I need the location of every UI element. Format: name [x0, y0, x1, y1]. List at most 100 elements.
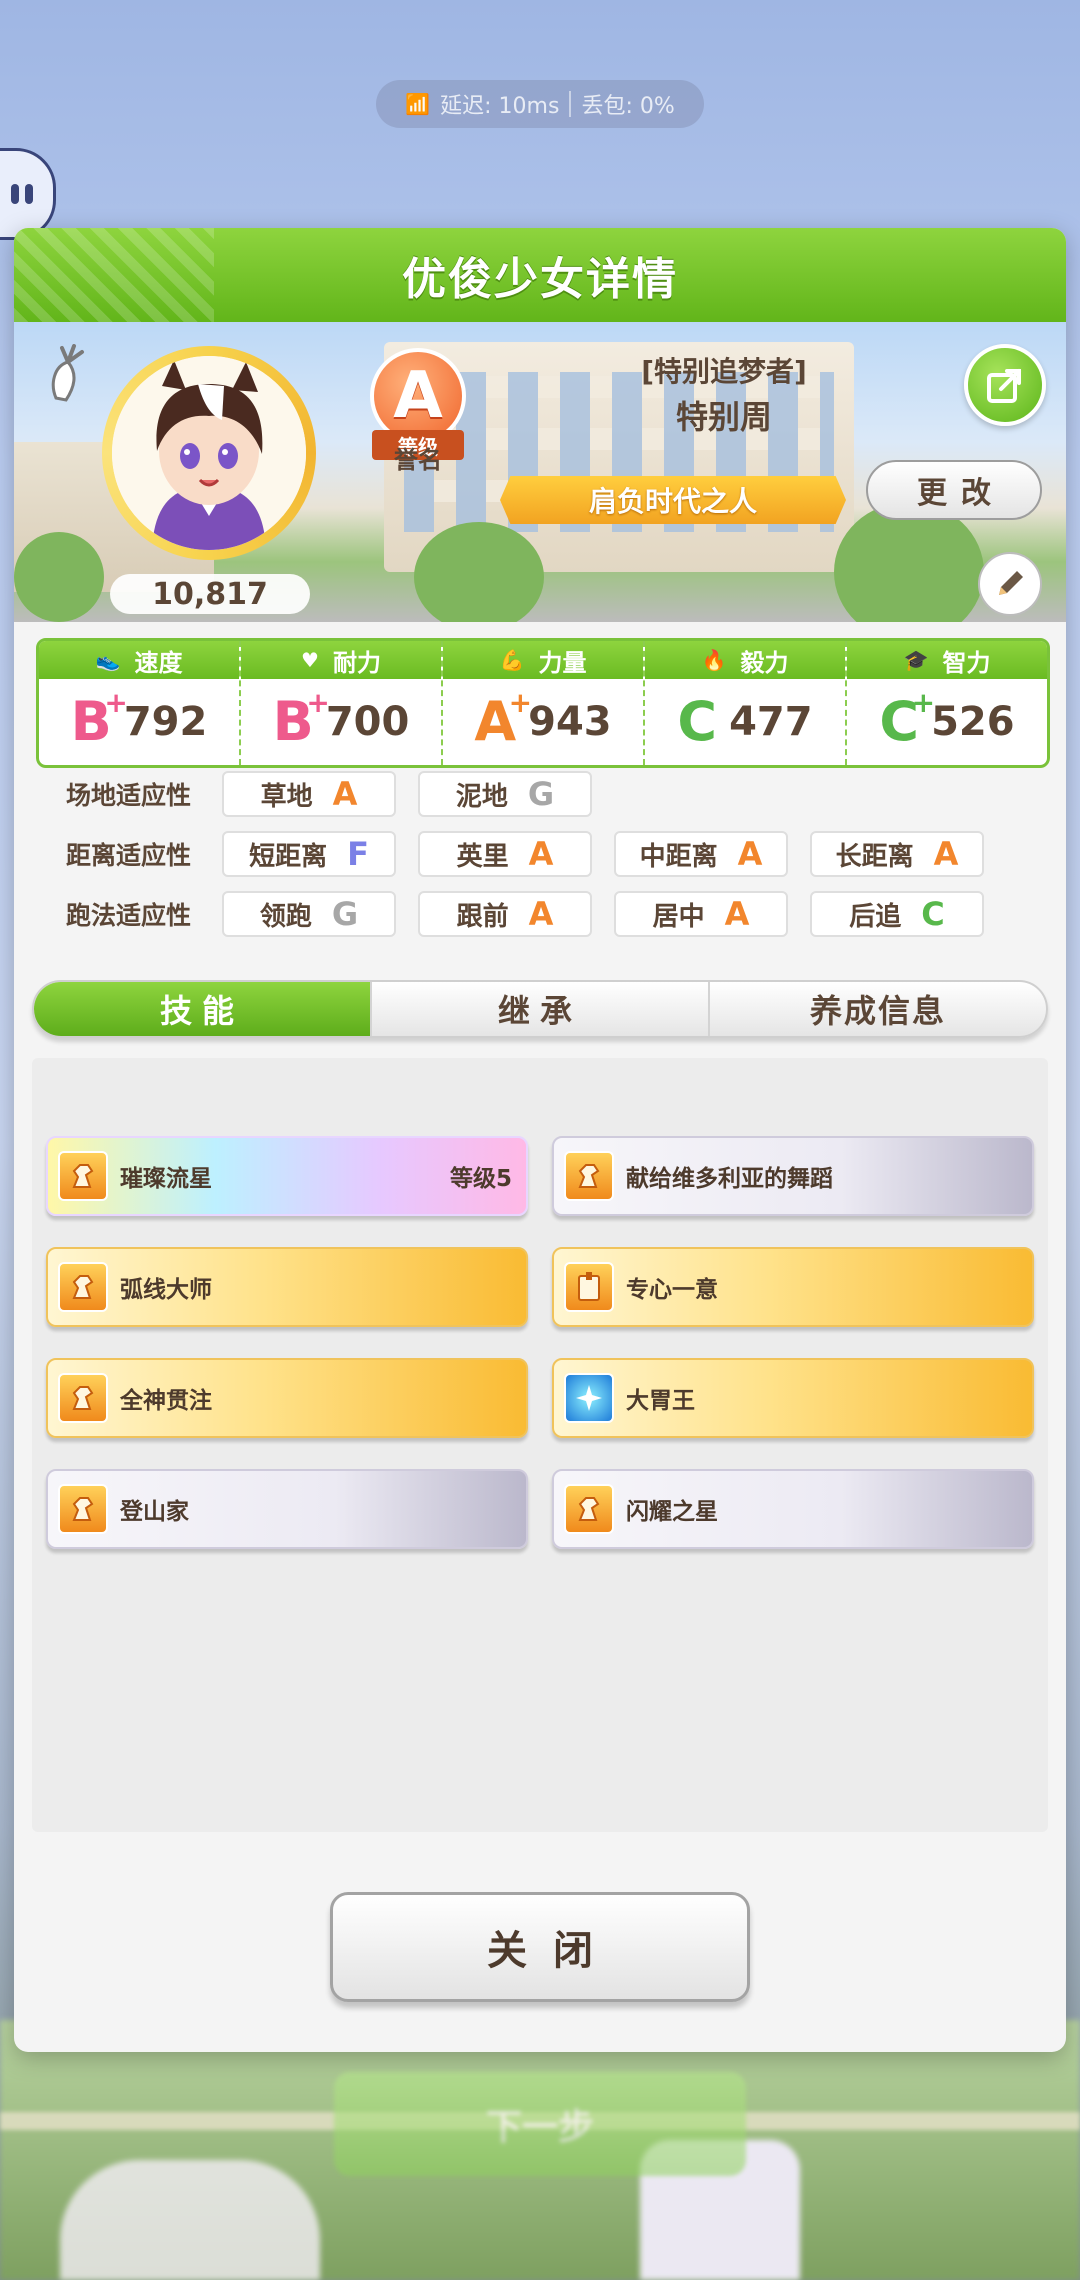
stat-value: 526 — [931, 699, 1015, 745]
tab-inheritance[interactable]: 继承 — [372, 982, 710, 1036]
running-horse-icon — [564, 1151, 614, 1201]
skill-name: 登山家 — [120, 1499, 189, 1525]
aptitude-cells: 草地 A 泥地 G — [222, 771, 592, 817]
aptitude-cell: 英里 A — [418, 831, 592, 877]
aptitude-row-style: 跑法适应性 领跑 G 跟前 A 居中 A 后追 C — [36, 890, 1044, 938]
network-status-pill: 📶 延迟: 10ms 丢包: 0% — [376, 80, 704, 128]
stat-header: ♥ 耐力 — [241, 641, 441, 679]
heart-icon: ♥ — [301, 648, 319, 672]
stat-label: 速度 — [134, 648, 183, 677]
aptitude-grade: A — [724, 895, 750, 933]
aptitude-grade: G — [331, 895, 359, 933]
aptitude-name: 泥地 — [455, 781, 508, 812]
stat-header: 🎓 智力 — [847, 641, 1047, 679]
character-epithet: [特别追梦者] — [641, 355, 807, 388]
skill-name: 专心一意 — [626, 1277, 718, 1303]
stat-column: 🎓 智力 C +526 — [847, 641, 1047, 765]
pencil-icon — [999, 571, 1023, 595]
edit-button[interactable] — [978, 552, 1042, 616]
rank-subtitle: 誉名 — [394, 446, 442, 474]
aptitude-name: 跟前 — [456, 901, 509, 932]
shoe-icon: 👟 — [95, 648, 121, 672]
aptitude-grade: G — [527, 775, 555, 813]
skill-name: 弧线大师 — [120, 1277, 212, 1303]
share-button[interactable] — [964, 344, 1046, 426]
aptitude-name: 长距离 — [835, 841, 914, 872]
skill-level: 等级5 — [449, 1166, 512, 1192]
detail-tabs: 技能 继承 养成信息 — [32, 980, 1048, 1038]
stat-body: B +792 — [39, 679, 239, 765]
stats-table: 👟 速度 B +792 ♥ 耐力 B +700 💪 力量 A +943 🔥 毅力 C 477 🎓 智力 C +526 — [36, 638, 1050, 768]
stat-body: A +943 — [443, 679, 643, 765]
skill-card[interactable]: 弧线大师 — [46, 1247, 528, 1327]
running-horse-icon — [564, 1484, 614, 1534]
aptitude-cells: 领跑 G 跟前 A 居中 A 后追 C — [222, 891, 984, 937]
aptitude-name: 草地 — [260, 781, 313, 812]
aptitude-name: 领跑 — [259, 901, 312, 932]
background-tree — [14, 532, 104, 622]
aptitude-cell: 草地 A — [222, 771, 396, 817]
pause-icon — [11, 184, 33, 204]
skill-card[interactable]: 全神贯注 — [46, 1358, 528, 1438]
character-portrait-icon — [112, 356, 306, 550]
stat-header: 🔥 毅力 — [645, 641, 845, 679]
aptitude-grade: A — [933, 835, 959, 873]
stat-grade: C + — [879, 686, 936, 753]
stat-value: 943 — [528, 699, 612, 745]
aptitude-cell: 跟前 A — [418, 891, 592, 937]
aptitude-cell: 泥地 G — [418, 771, 592, 817]
stat-column: 💪 力量 A +943 — [443, 641, 645, 765]
aptitude-grade: A — [737, 835, 763, 873]
stat-grade: B + — [272, 686, 330, 753]
change-title-button[interactable]: 更改 — [866, 460, 1042, 520]
aptitude-cell: 居中 A — [614, 891, 788, 937]
aptitude-label: 跑法适应性 — [66, 901, 192, 930]
stat-label: 毅力 — [740, 648, 789, 677]
skill-card[interactable]: 专心一意 — [552, 1247, 1034, 1327]
stat-grade: B + — [70, 686, 128, 753]
aptitude-name: 英里 — [456, 841, 509, 872]
running-horse-icon — [58, 1151, 108, 1201]
aptitude-cell: 领跑 G — [222, 891, 396, 937]
aptitude-cell: 后追 C — [810, 891, 984, 937]
profile-banner: 10,817 A 等级 誉名 [特别追梦者] 特别周 肩负时代之人 更改 — [14, 322, 1066, 622]
close-button[interactable]: 关闭 — [330, 1892, 750, 2002]
running-horse-icon — [58, 1484, 108, 1534]
skill-card[interactable]: 闪耀之星 — [552, 1469, 1034, 1549]
next-button: 下一步 — [334, 2072, 746, 2176]
title-ribbon: 肩负时代之人 — [500, 476, 846, 524]
aptitude-grade: F — [347, 835, 369, 873]
aptitude-cell: 长距离 A — [810, 831, 984, 877]
skill-card[interactable]: 大胃王 — [552, 1358, 1034, 1438]
fan-count: 10,817 — [110, 574, 310, 614]
stat-value: 792 — [123, 699, 208, 745]
signal-icon: 📶 — [405, 92, 431, 116]
share-icon — [987, 369, 1021, 403]
aptitude-row-distance: 距离适应性 短距离 F 英里 A 中距离 A 长距离 A — [36, 830, 1044, 878]
skill-name: 闪耀之星 — [626, 1499, 718, 1525]
horse-girl-detail-dialog: 优俊少女详情 10,817 A 等级 誉名 [特别追梦者] 特别周 肩负时代之人… — [14, 228, 1066, 2052]
stat-value: 477 — [729, 699, 813, 745]
sparkle-icon — [564, 1373, 614, 1423]
skill-card[interactable]: 献给维多利亚的舞蹈 — [552, 1136, 1034, 1216]
divider — [569, 91, 572, 117]
tab-skills[interactable]: 技能 — [34, 982, 372, 1036]
dialog-header: 优俊少女详情 — [14, 228, 1066, 322]
skill-card[interactable]: 登山家 — [46, 1469, 528, 1549]
packet-loss-text: 丢包: 0% — [581, 94, 675, 119]
stat-grade: A + — [474, 686, 533, 753]
muscle-icon: 💪 — [499, 648, 525, 672]
running-horse-icon — [58, 1373, 108, 1423]
focus-icon — [564, 1262, 614, 1312]
character-avatar-frame[interactable] — [102, 346, 316, 560]
background-figure — [60, 2160, 320, 2280]
tab-training-info[interactable]: 养成信息 — [710, 982, 1046, 1036]
skill-card[interactable]: 璀璨流星 等级5 — [46, 1136, 528, 1216]
stat-column: 🔥 毅力 C 477 — [645, 641, 847, 765]
stat-grade: C — [677, 690, 718, 753]
stat-label: 力量 — [538, 648, 587, 677]
running-horse-icon — [58, 1262, 108, 1312]
aptitude-cell: 中距离 A — [614, 831, 788, 877]
aptitude-grade: A — [332, 775, 358, 813]
skill-name: 璀璨流星 — [120, 1166, 212, 1192]
